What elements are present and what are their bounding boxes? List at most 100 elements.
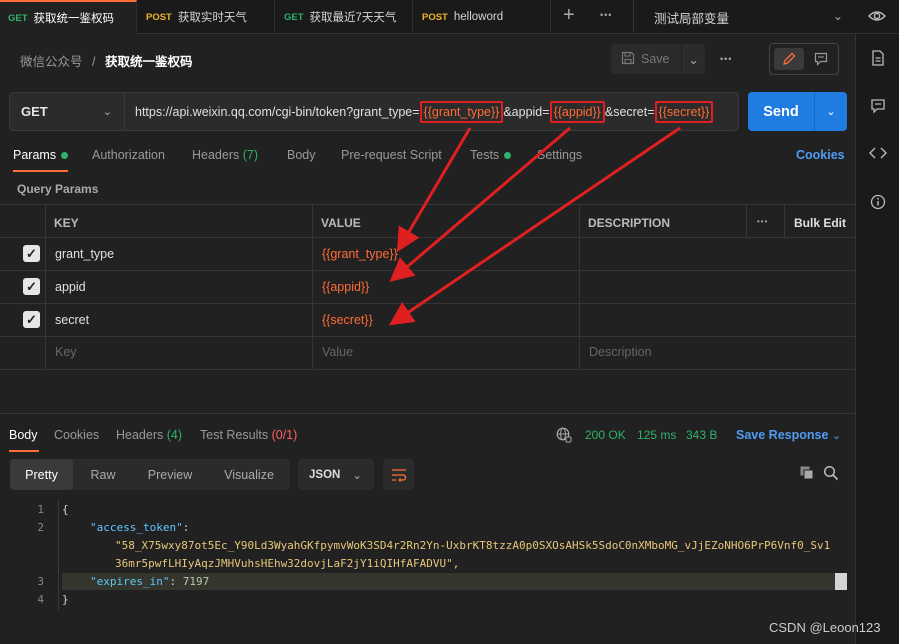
view-mode-toggle [769, 43, 839, 75]
cookies-link[interactable]: Cookies [796, 148, 845, 162]
tab-params[interactable]: Params [13, 148, 69, 162]
divider [784, 204, 785, 237]
new-value-input[interactable]: Value [322, 345, 353, 359]
tab-request-1[interactable]: GET 获取统一鉴权码 [0, 0, 137, 34]
new-description-input[interactable]: Description [589, 345, 652, 359]
chevron-down-icon: ⌄ [352, 469, 362, 482]
url-segment: &appid= [503, 104, 550, 119]
param-value[interactable]: {{secret}} [322, 313, 373, 327]
tab-options-button[interactable]: ••• [600, 10, 612, 20]
tab-tests[interactable]: Tests [470, 148, 512, 162]
eye-icon[interactable] [867, 7, 887, 28]
json-string-value: 36mr5pwfLHIyAqzJMHVuhsHEhw32dovjLaF2jY1i… [115, 557, 460, 570]
tab-pre-request-script[interactable]: Pre-request Script [341, 148, 442, 162]
tab-body[interactable]: Body [287, 148, 316, 162]
info-icon[interactable] [856, 194, 899, 213]
headers-count: (7) [242, 148, 259, 162]
method-select[interactable]: GET ⌄ [9, 92, 125, 131]
chevron-down-icon[interactable]: ⌄ [814, 92, 847, 131]
param-value[interactable]: {{grant_type}} [322, 247, 398, 261]
response-divider [0, 413, 855, 414]
line-number: 2 [37, 521, 44, 534]
row-checkbox[interactable]: ✓ [23, 278, 40, 295]
column-header-description: DESCRIPTION [588, 216, 671, 230]
format-preview[interactable]: Preview [135, 459, 205, 490]
response-time: 125 ms [637, 428, 677, 442]
method-badge: GET [284, 11, 304, 23]
language-select[interactable]: JSON ⌄ [298, 459, 374, 490]
headers-count: (4) [166, 428, 183, 442]
tab-label: 获取统一鉴权码 [33, 13, 115, 25]
json-number-value: 7197 [182, 575, 210, 588]
divider [0, 303, 855, 304]
param-key[interactable]: secret [55, 313, 89, 327]
save-button[interactable]: Save ⌄ [611, 44, 705, 74]
json-key: "expires_in" [90, 575, 170, 588]
send-label: Send [763, 103, 799, 120]
edit-mode-button[interactable] [774, 48, 804, 70]
bulk-edit-button[interactable]: Bulk Edit [794, 216, 846, 230]
url-input[interactable]: https://api.weixin.qq.com/cgi-bin/token?… [125, 92, 739, 131]
active-dot [504, 152, 512, 160]
url-base: https://api.weixin.qq.com/cgi-bin/token?… [135, 104, 420, 119]
comment-mode-button[interactable] [808, 48, 834, 70]
response-tab-cookies[interactable]: Cookies [54, 428, 99, 442]
column-header-key: KEY [54, 216, 79, 230]
format-visualize[interactable]: Visualize [210, 459, 288, 490]
language-value: JSON [309, 468, 341, 481]
tab-settings[interactable]: Settings [537, 148, 582, 162]
tab-headers[interactable]: Headers (7) [192, 148, 258, 162]
new-tab-icon[interactable]: + [563, 4, 575, 27]
column-options-button[interactable]: ••• [757, 217, 768, 226]
column-header-value: VALUE [321, 216, 361, 230]
row-checkbox[interactable]: ✓ [23, 245, 40, 262]
tab-request-4[interactable]: POST helloword [414, 0, 551, 34]
pencil-icon [783, 52, 796, 65]
tab-request-2[interactable]: POST 获取实时天气 [138, 0, 275, 34]
copy-icon[interactable] [799, 465, 815, 484]
response-tab-body[interactable]: Body [9, 428, 38, 442]
breadcrumb-collection[interactable]: 微信公众号 [20, 55, 83, 69]
tab-request-3[interactable]: GET 获取最近7天天气 [276, 0, 413, 34]
send-button[interactable]: Send ⌄ [748, 92, 847, 131]
param-key[interactable]: grant_type [55, 247, 114, 261]
wrap-lines-icon[interactable] [383, 459, 414, 490]
chevron-down-icon[interactable]: ⌄ [681, 44, 705, 74]
param-key[interactable]: appid [55, 280, 86, 294]
breadcrumb-separator: / [92, 55, 96, 69]
code-icon[interactable] [856, 146, 899, 163]
row-checkbox[interactable]: ✓ [23, 311, 40, 328]
save-icon [621, 51, 635, 68]
method-badge: GET [8, 12, 28, 24]
tab-label: 获取最近7天天气 [309, 12, 397, 24]
comments-icon[interactable] [856, 98, 899, 117]
method-value: GET [21, 104, 48, 119]
search-icon[interactable] [823, 465, 839, 484]
response-tab-headers[interactable]: Headers (4) [116, 428, 182, 442]
new-key-input[interactable]: Key [55, 345, 77, 359]
json-string-value: "58_X75wxy87ot5Ec_Y90Ld3WyahGKfpymvWoK3S… [115, 539, 831, 552]
format-pretty[interactable]: Pretty [10, 459, 73, 490]
param-value[interactable]: {{appid}} [322, 280, 369, 294]
breadcrumb: 微信公众号 / 获取统一鉴权码 [20, 51, 192, 70]
tab-authorization[interactable]: Authorization [92, 148, 165, 162]
response-tab-test-results[interactable]: Test Results (0/1) [200, 428, 297, 442]
line-number: 4 [37, 593, 44, 606]
divider [0, 204, 855, 205]
code-line: "expires_in": 7197 [90, 575, 210, 588]
code-brace: } [62, 593, 69, 606]
format-raw[interactable]: Raw [77, 459, 129, 490]
query-params-title: Query Params [17, 182, 99, 196]
chevron-down-icon: ⌄ [832, 9, 843, 23]
json-key: "access_token" [90, 521, 183, 534]
gutter-line [58, 500, 59, 610]
code-brace: { [62, 503, 69, 516]
more-options-button[interactable]: ••• [720, 54, 732, 64]
status-code: 200 OK [585, 428, 626, 442]
documentation-icon[interactable] [856, 50, 899, 69]
environment-selector[interactable]: 测试局部变量 ⌄ [633, 0, 855, 34]
globe-icon[interactable] [556, 427, 572, 446]
comment-icon [814, 52, 828, 66]
save-response-button[interactable]: Save Response ⌄ [736, 428, 841, 442]
divider [0, 270, 855, 271]
